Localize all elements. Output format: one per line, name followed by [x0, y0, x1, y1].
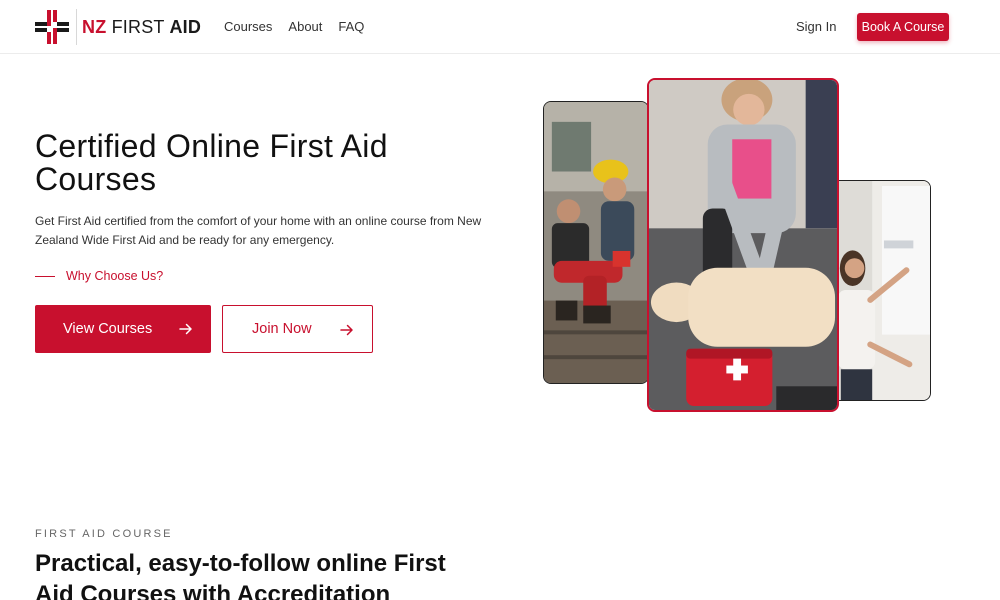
hero-description: Get First Aid certified from the comfort… [35, 214, 482, 247]
why-choose-us-link[interactable]: Why Choose Us? [35, 269, 163, 283]
join-now-button[interactable]: Join Now [222, 305, 373, 353]
section-title: Practical, easy-to-follow online First A… [35, 550, 446, 600]
section-eyebrow: FIRST AID COURSE [35, 528, 173, 540]
brand-logo[interactable]: NZ FIRST AID [35, 9, 201, 45]
arrow-right-icon [340, 324, 353, 336]
sign-in-link[interactable]: Sign In [796, 19, 836, 34]
join-now-label: Join Now [252, 321, 312, 337]
why-choose-us-label: Why Choose Us? [66, 269, 164, 283]
book-course-button[interactable]: Book A Course [857, 13, 949, 41]
brand-nz: NZ [82, 16, 107, 37]
brand-first: FIRST [111, 16, 165, 37]
photo-classroom-instructor [832, 180, 931, 401]
nav-item-courses[interactable]: Courses [224, 19, 272, 34]
photo-cpr-training [647, 78, 839, 412]
logo-divider [76, 9, 77, 45]
nav-item-about[interactable]: About [288, 19, 322, 34]
cross-logo-icon [35, 10, 69, 44]
brand-name: NZ FIRST AID [82, 17, 201, 38]
main-nav: Courses About FAQ [224, 19, 364, 34]
why-line-decoration [35, 275, 55, 277]
view-courses-label: View Courses [63, 321, 153, 337]
brand-aid: AID [169, 16, 202, 37]
site-header: NZ FIRST AID Courses About FAQ Sign In B… [0, 0, 1000, 54]
view-courses-button[interactable]: View Courses [35, 305, 211, 353]
photo-workplace-first-aid [543, 101, 649, 384]
arrow-right-icon [179, 323, 192, 335]
hero-title: Certified Online First Aid Courses [35, 128, 388, 197]
nav-item-faq[interactable]: FAQ [338, 19, 364, 34]
